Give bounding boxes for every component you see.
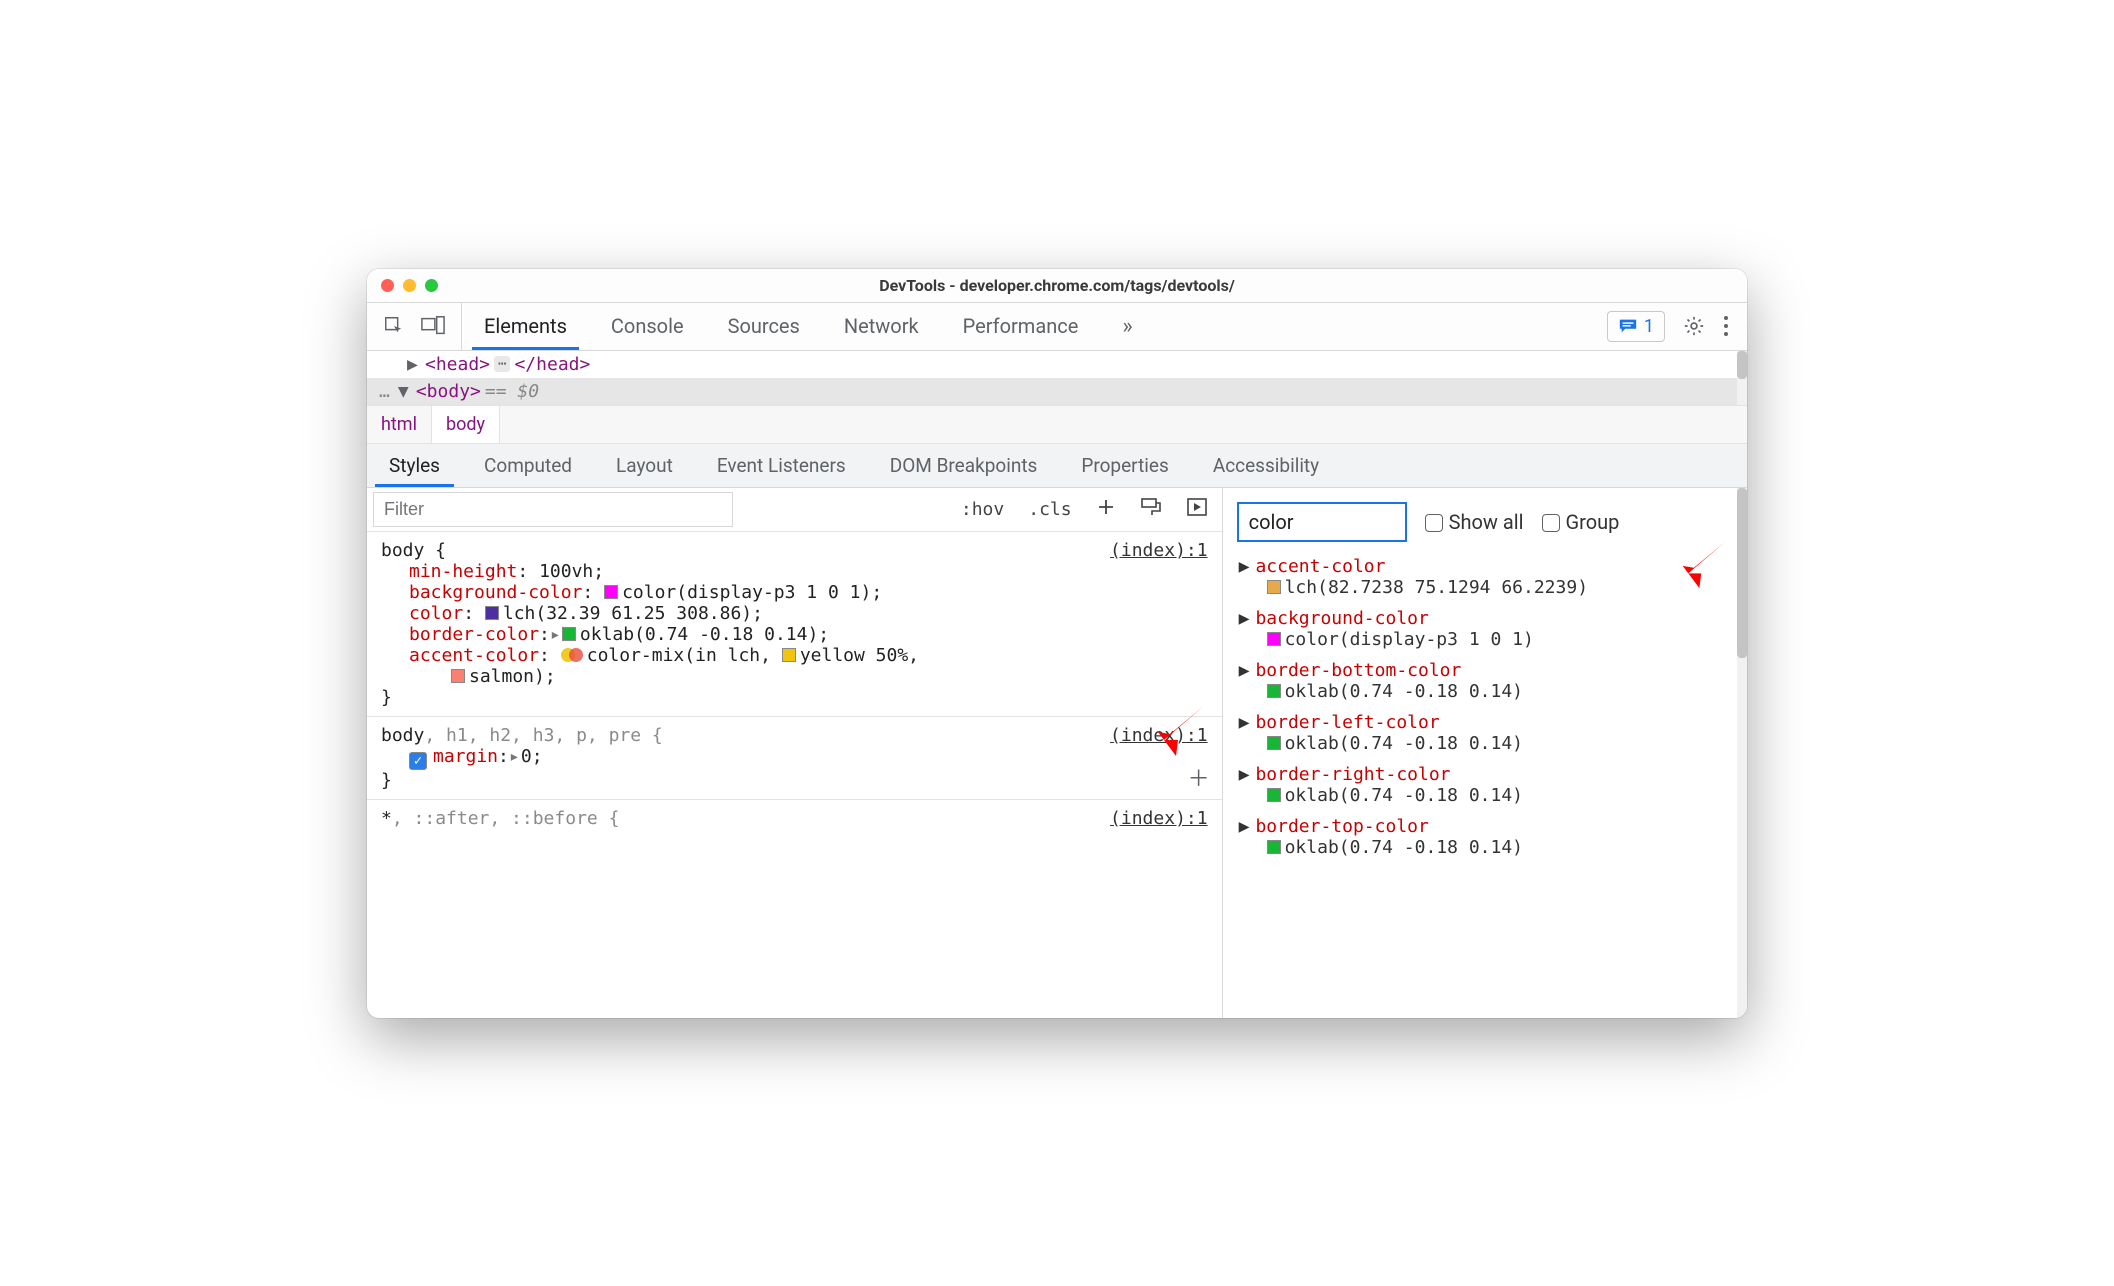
tabs-overflow[interactable]: » — [1100, 303, 1154, 350]
rule-close: } — [381, 770, 1208, 791]
main-toolbar: Elements Console Sources Network Perform… — [367, 303, 1747, 351]
scrollbar[interactable] — [1737, 351, 1747, 405]
subtab-styles[interactable]: Styles — [367, 444, 462, 487]
rule-close: } — [381, 687, 1208, 708]
expand-icon[interactable]: ▸ — [509, 746, 521, 767]
group-checkbox[interactable] — [1542, 514, 1560, 532]
expand-icon[interactable]: ▶ — [1239, 764, 1256, 785]
breadcrumb: html body — [367, 405, 1747, 444]
subtab-properties[interactable]: Properties — [1059, 444, 1190, 487]
more-icon[interactable] — [1723, 315, 1729, 337]
computed-item[interactable]: ▶background-color color(display-p3 1 0 1… — [1233, 606, 1747, 658]
sidebar-tabs: Styles Computed Layout Event Listeners D… — [367, 444, 1747, 488]
computed-item[interactable]: ▶border-top-color oklab(0.74 -0.18 0.14) — [1233, 814, 1747, 866]
styles-toolbar: :hov .cls — [367, 488, 1222, 532]
crumb-html[interactable]: html — [367, 406, 432, 443]
styles-panel: :hov .cls (index):1 body { min-height: 1… — [367, 488, 1223, 1018]
subtab-dom-breakpoints[interactable]: DOM Breakpoints — [868, 444, 1060, 487]
expand-icon[interactable]: ▶ — [1239, 816, 1256, 837]
source-link[interactable]: (index):1 — [1110, 808, 1208, 829]
rule-selector[interactable]: body { — [381, 540, 1208, 561]
styles-rules[interactable]: (index):1 body { min-height: 100vh; back… — [367, 532, 1222, 1018]
tab-network[interactable]: Network — [822, 303, 941, 350]
computed-toggle-icon[interactable] — [1178, 493, 1216, 526]
titlebar: DevTools - developer.chrome.com/tags/dev… — [367, 269, 1747, 303]
window-title: DevTools - developer.chrome.com/tags/dev… — [367, 276, 1747, 295]
annotation-arrow-icon — [1154, 704, 1208, 758]
collapse-icon[interactable]: ▼ — [398, 381, 412, 402]
show-all-checkbox[interactable] — [1425, 514, 1443, 532]
minimize-window-button[interactable] — [403, 279, 416, 292]
paint-icon[interactable] — [1132, 493, 1170, 526]
expand-icon[interactable]: ▶ — [1239, 660, 1256, 681]
tab-elements[interactable]: Elements — [462, 303, 589, 350]
subtab-layout[interactable]: Layout — [594, 444, 695, 487]
color-swatch[interactable] — [1267, 632, 1281, 646]
issues-count: 1 — [1644, 316, 1654, 337]
computed-item[interactable]: ▶border-right-color oklab(0.74 -0.18 0.1… — [1233, 762, 1747, 814]
subtab-event-listeners[interactable]: Event Listeners — [695, 444, 868, 487]
panel-tabs: Elements Console Sources Network Perform… — [462, 303, 1589, 350]
expand-icon[interactable]: ▸ — [550, 624, 562, 645]
style-rule[interactable]: (index):1 *, ::after, ::before { — [367, 800, 1222, 837]
device-toggle-icon[interactable] — [421, 315, 445, 337]
color-swatch[interactable] — [485, 606, 499, 620]
color-swatch[interactable] — [1267, 736, 1281, 750]
settings-icon[interactable] — [1683, 315, 1705, 337]
hov-toggle[interactable]: :hov — [953, 495, 1012, 524]
computed-list[interactable]: ▶accent-color lch(82.7238 75.1294 66.223… — [1233, 554, 1747, 866]
color-swatch[interactable] — [604, 585, 618, 599]
color-swatch[interactable] — [1267, 788, 1281, 802]
window-controls — [381, 279, 438, 292]
color-swatch[interactable] — [451, 669, 465, 683]
computed-panel: Show all Group ▶accent-color lch(82.7238… — [1223, 488, 1747, 1018]
dom-node-body[interactable]: … ▼ <body> == $0 — [367, 378, 1747, 405]
chat-icon — [1618, 317, 1638, 335]
close-window-button[interactable] — [381, 279, 394, 292]
computed-toolbar: Show all Group — [1233, 498, 1747, 554]
subtab-accessibility[interactable]: Accessibility — [1191, 444, 1341, 487]
selected-indicator: == $0 — [485, 381, 539, 402]
issues-chip[interactable]: 1 — [1607, 311, 1665, 342]
expand-icon[interactable]: ▶ — [1239, 556, 1256, 577]
crumb-body[interactable]: body — [432, 406, 500, 443]
color-swatch[interactable] — [562, 627, 576, 641]
show-all-label: Show all — [1449, 510, 1524, 534]
color-swatch[interactable] — [1267, 840, 1281, 854]
color-mix-swatch[interactable] — [561, 647, 583, 663]
inspect-icon[interactable] — [383, 315, 405, 337]
tab-performance[interactable]: Performance — [941, 303, 1101, 350]
add-declaration-button[interactable]: ＋ — [1188, 761, 1210, 793]
annotation-arrow-icon — [1679, 540, 1729, 590]
subtab-computed[interactable]: Computed — [462, 444, 594, 487]
computed-item[interactable]: ▶border-bottom-color oklab(0.74 -0.18 0.… — [1233, 658, 1747, 710]
new-rule-button[interactable] — [1088, 493, 1124, 526]
expand-icon[interactable]: ▶ — [407, 354, 421, 375]
cls-toggle[interactable]: .cls — [1020, 495, 1079, 524]
expand-icon[interactable]: ▶ — [1239, 712, 1256, 733]
expand-icon[interactable]: ▶ — [1239, 608, 1256, 629]
devtools-window: DevTools - developer.chrome.com/tags/dev… — [367, 269, 1747, 1018]
ellipsis-icon[interactable]: ⋯ — [494, 356, 510, 372]
tab-console[interactable]: Console — [589, 303, 706, 350]
computed-filter-input[interactable] — [1237, 502, 1407, 542]
group-label: Group — [1566, 510, 1620, 534]
panels-split: :hov .cls (index):1 body { min-height: 1… — [367, 488, 1747, 1018]
declaration-checkbox[interactable]: ✓ — [409, 752, 427, 770]
tab-sources[interactable]: Sources — [706, 303, 822, 350]
style-rule[interactable]: (index):1 body { min-height: 100vh; back… — [367, 532, 1222, 717]
dom-tree[interactable]: ▶ <head> ⋯ </head> … ▼ <body> == $0 — [367, 351, 1747, 405]
style-rule[interactable]: (index):1 body, h1, h2, h3, p, pre { ✓ma… — [367, 717, 1222, 800]
computed-item[interactable]: ▶border-left-color oklab(0.74 -0.18 0.14… — [1233, 710, 1747, 762]
scrollbar[interactable] — [1737, 488, 1747, 1018]
styles-filter-input[interactable] — [373, 492, 733, 527]
computed-item[interactable]: ▶accent-color lch(82.7238 75.1294 66.223… — [1233, 554, 1747, 606]
source-link[interactable]: (index):1 — [1110, 540, 1208, 561]
color-swatch[interactable] — [1267, 684, 1281, 698]
color-swatch[interactable] — [782, 648, 796, 662]
maximize-window-button[interactable] — [425, 279, 438, 292]
color-swatch[interactable] — [1267, 580, 1281, 594]
dom-node-head[interactable]: ▶ <head> ⋯ </head> — [367, 351, 1747, 378]
